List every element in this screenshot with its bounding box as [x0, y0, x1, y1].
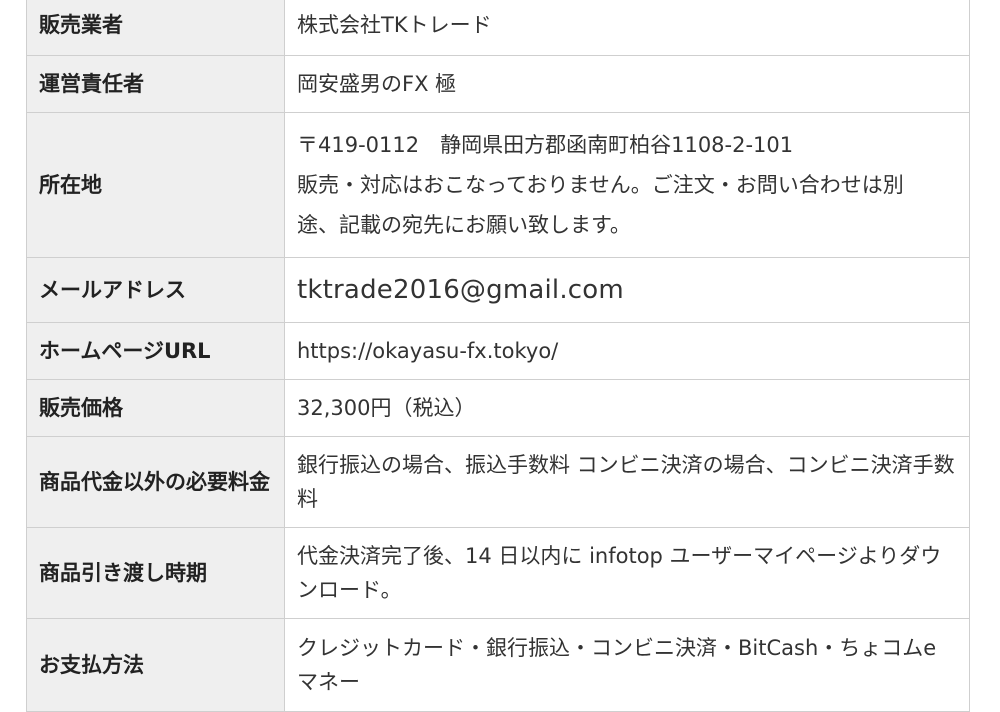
table-row: メールアドレス tktrade2016@gmail.com — [26, 257, 970, 323]
address-note-line: 販売・対応はおこなっておりません。ご注文・お問い合わせは別 — [297, 173, 904, 197]
row-label: 所在地 — [26, 112, 285, 258]
price-value: 32,300円（税込） — [284, 379, 970, 437]
row-value: 代金決済完了後、14 日以内に infotop ユーザーマイページよりダウンロー… — [284, 527, 970, 619]
row-label: メールアドレス — [26, 257, 285, 323]
table-row: 商品引き渡し時期 代金決済完了後、14 日以内に infotop ユーザーマイペ… — [26, 527, 970, 619]
table-row: お支払方法 クレジットカード・銀行振込・コンビニ決済・BitCash・ちょコムe… — [26, 618, 970, 712]
address-line: 〒419-0112 静岡県田方郡函南町柏谷1108-2-101 — [297, 133, 794, 157]
table-row: 商品代金以外の必要料金 銀行振込の場合、振込手数料 コンビニ決済の場合、コンビニ… — [26, 436, 970, 528]
row-label: 運営責任者 — [26, 55, 285, 113]
table-row: 運営責任者 岡安盛男のFX 極 — [26, 55, 970, 113]
row-value: 株式会社TKトレード — [284, 0, 970, 56]
row-value: 銀行振込の場合、振込手数料 コンビニ決済の場合、コンビニ決済手数料 — [284, 436, 970, 528]
row-label: 販売業者 — [26, 0, 285, 56]
homepage-url: https://okayasu-fx.tokyo/ — [284, 322, 970, 380]
row-label: ホームページURL — [26, 322, 285, 380]
row-label: 商品引き渡し時期 — [26, 527, 285, 619]
sales-info-table: 販売業者 株式会社TKトレード 運営責任者 岡安盛男のFX 極 所在地 〒419… — [26, 0, 970, 712]
row-value: 岡安盛男のFX 極 — [284, 55, 970, 113]
address-note-line: 途、記載の宛先にお願い致します。 — [297, 213, 631, 237]
row-label: お支払方法 — [26, 618, 285, 712]
table-row: 販売業者 株式会社TKトレード — [26, 0, 970, 56]
table-row: 所在地 〒419-0112 静岡県田方郡函南町柏谷1108-2-101 販売・対… — [26, 112, 970, 258]
sales-info-table-container: 販売業者 株式会社TKトレード 運営責任者 岡安盛男のFX 極 所在地 〒419… — [26, 0, 970, 712]
email-address: tktrade2016@gmail.com — [284, 257, 970, 323]
row-label: 販売価格 — [26, 379, 285, 437]
table-row: ホームページURL https://okayasu-fx.tokyo/ — [26, 322, 970, 380]
row-label: 商品代金以外の必要料金 — [26, 436, 285, 528]
row-value-address: 〒419-0112 静岡県田方郡函南町柏谷1108-2-101 販売・対応はおこ… — [284, 112, 970, 258]
row-value: クレジットカード・銀行振込・コンビニ決済・BitCash・ちょコムe マネー — [284, 618, 970, 712]
table-row: 販売価格 32,300円（税込） — [26, 379, 970, 437]
